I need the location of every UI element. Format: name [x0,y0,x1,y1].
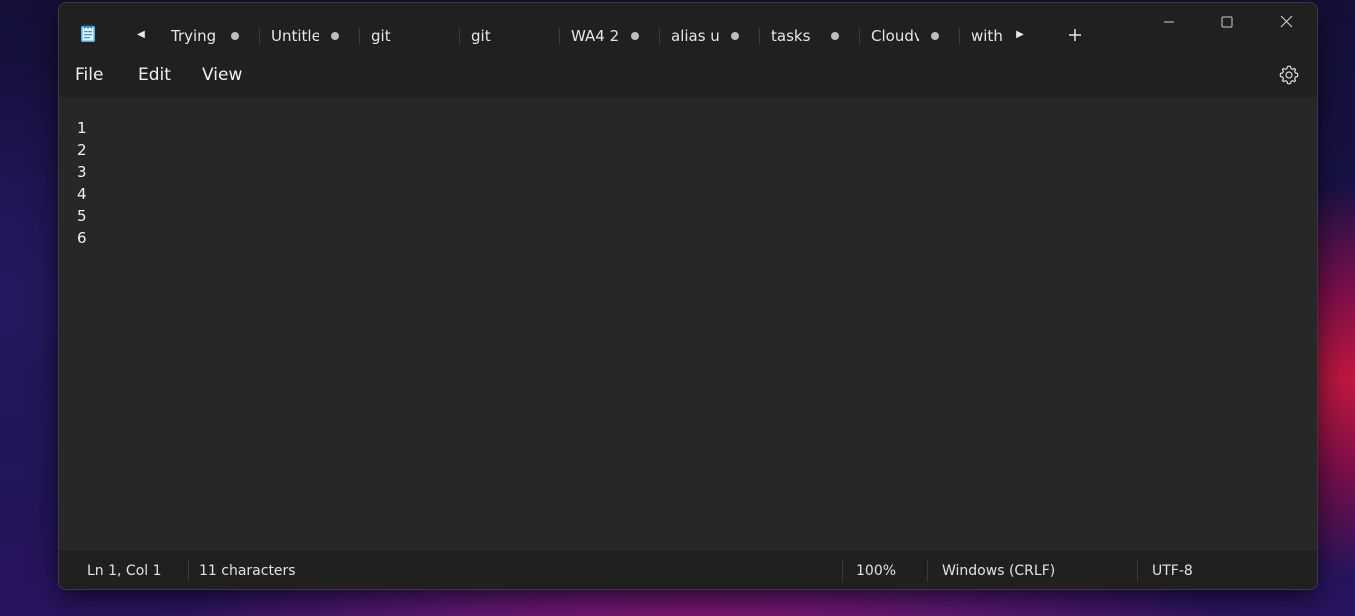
close-icon [1280,15,1293,28]
status-character-count: 11 characters [199,563,296,579]
status-divider [842,560,843,582]
status-encoding[interactable]: UTF-8 [1152,563,1193,579]
tab-label: Trying [171,27,217,45]
scroll-left-icon[interactable]: ◀ [134,28,148,42]
close-button[interactable] [1266,9,1306,37]
unsaved-dot-icon[interactable] [331,32,339,40]
tab-label: WA4 2 [571,27,619,45]
line-number: 4 [77,185,87,203]
notepad-window: ◀ Trying Untitle git git WA4 2 alias u tasks Cl… [58,2,1318,590]
menu-edit[interactable]: Edit [138,65,171,85]
tab-4[interactable]: git [459,21,560,51]
status-line-endings[interactable]: Windows (CRLF) [942,563,1055,579]
tab-5[interactable]: WA4 2 [559,21,660,51]
line-number: 6 [77,229,87,247]
scroll-right-icon[interactable]: ▶ [1013,28,1027,42]
tab-label: tasks [771,27,811,45]
unsaved-dot-icon[interactable] [731,32,739,40]
status-bar: Ln 1, Col 1 11 characters 100% Windows (… [59,549,1317,589]
status-divider [188,560,189,582]
title-bar[interactable]: ◀ Trying Untitle git git WA4 2 alias u tasks Cl… [59,3,1317,55]
status-zoom[interactable]: 100% [856,563,896,579]
tab-label: with [971,27,1003,45]
tab-label: git [471,27,491,45]
line-numbers: 1 2 3 4 5 6 [77,117,87,249]
menu-bar: File Edit View [59,55,1317,97]
line-number: 2 [77,141,87,159]
unsaved-dot-icon[interactable] [631,32,639,40]
tab-7[interactable]: tasks [759,21,860,51]
menu-view[interactable]: View [202,65,242,85]
tab-8[interactable]: Cloudv [859,21,960,51]
line-number: 5 [77,207,87,225]
unsaved-dot-icon[interactable] [931,32,939,40]
maximize-icon [1221,16,1233,28]
line-number: 3 [77,163,87,181]
tab-label: alias u [671,27,719,45]
status-cursor-position: Ln 1, Col 1 [87,563,162,579]
tab-6[interactable]: alias u [659,21,760,51]
gear-icon [1279,65,1299,85]
tab-9[interactable]: with [959,21,1059,51]
minimize-icon [1164,21,1174,23]
tab-label: Cloudv [871,27,919,45]
tab-2[interactable]: Untitle [259,21,360,51]
tab-label: git [371,27,391,45]
menu-file[interactable]: File [75,65,103,85]
unsaved-dot-icon[interactable] [231,32,239,40]
minimize-button[interactable] [1149,9,1189,37]
text-editor[interactable]: 1 2 3 4 5 6 [59,97,1317,549]
notepad-icon [81,24,95,42]
status-divider [927,560,928,582]
maximize-button[interactable] [1207,9,1247,37]
plus-icon [1069,29,1081,41]
tab-3[interactable]: git [359,21,460,51]
new-tab-button[interactable] [1063,23,1087,47]
settings-button[interactable] [1277,63,1301,87]
status-divider [1137,560,1138,582]
tab-label: Untitle [271,27,319,45]
line-number: 1 [77,119,87,137]
tab-1[interactable]: Trying [159,21,260,51]
unsaved-dot-icon[interactable] [831,32,839,40]
